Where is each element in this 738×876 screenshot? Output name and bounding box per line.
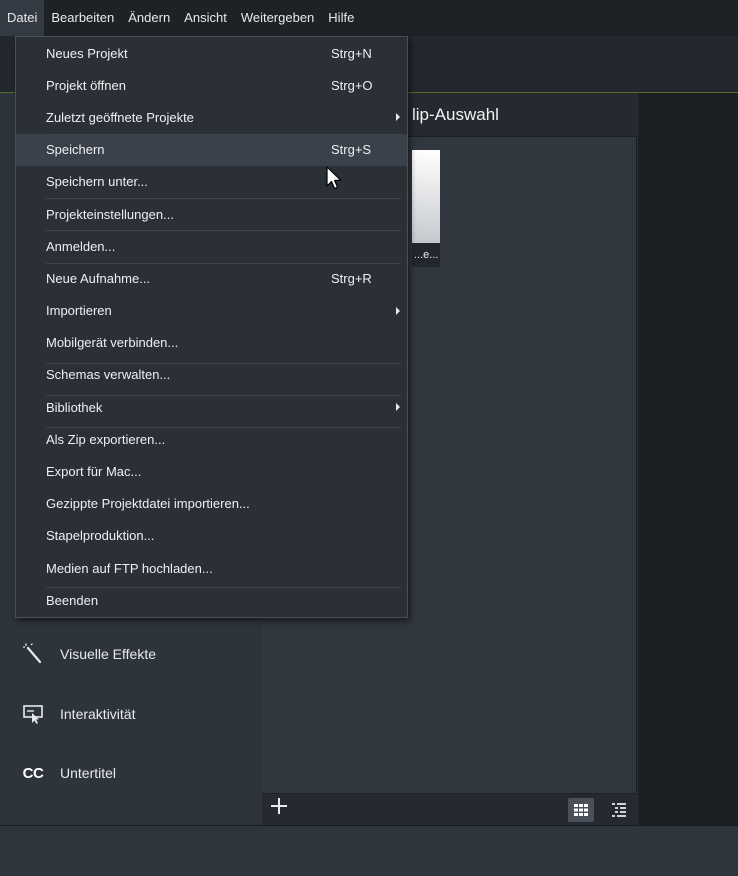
- menu-item-save[interactable]: Speichern Strg+S: [16, 133, 407, 166]
- plus-icon: [271, 798, 287, 814]
- menu-ansicht[interactable]: Ansicht: [177, 0, 234, 36]
- menu-item-connect-mobile[interactable]: Mobilgerät verbinden...: [16, 327, 407, 359]
- menu-item-label: Speichern: [46, 142, 105, 158]
- cc-icon: CC: [22, 764, 44, 782]
- menu-separator: [46, 587, 401, 588]
- menu-item-recent-projects[interactable]: Zuletzt geöffnete Projekte: [16, 101, 407, 133]
- menu-item-label: Beenden: [46, 592, 99, 608]
- timeline-strip: [0, 825, 738, 876]
- menu-item-label: Projekt öffnen: [46, 77, 126, 93]
- menu-aendern[interactable]: Ändern: [121, 0, 177, 36]
- preview-area: [638, 93, 738, 825]
- submenu-arrow-icon: [396, 113, 400, 122]
- magic-wand-icon: [20, 643, 46, 665]
- menu-item-label: Importieren: [46, 303, 112, 319]
- sidebar-item-label: Interaktivität: [60, 706, 136, 722]
- menu-separator: [46, 230, 401, 231]
- menu-item-import[interactable]: Importieren: [16, 295, 407, 327]
- menu-item-export-mac[interactable]: Export für Mac...: [16, 455, 407, 487]
- clip-thumbnail-label: ...e...: [412, 243, 440, 267]
- menu-item-label: Anmelden...: [46, 238, 116, 254]
- menu-item-label: Gezippte Projektdatei importieren...: [46, 496, 250, 512]
- menu-bearbeiten[interactable]: Bearbeiten: [44, 0, 121, 36]
- menu-item-label: Medien auf FTP hochladen...: [46, 560, 213, 576]
- menu-bar: Datei Bearbeiten Ändern Ansicht Weiterge…: [0, 0, 738, 36]
- menu-item-batch-production[interactable]: Stapelproduktion...: [16, 520, 407, 552]
- menu-item-label: Schemas verwalten...: [46, 367, 171, 383]
- menu-item-import-zipped-project[interactable]: Gezippte Projektdatei importieren...: [16, 488, 407, 520]
- menu-separator: [46, 263, 401, 264]
- menu-item-export-zip[interactable]: Als Zip exportieren...: [16, 423, 407, 455]
- panel-footer: [262, 793, 637, 825]
- menu-item-label: Projekteinstellungen...: [46, 206, 174, 222]
- add-button[interactable]: [266, 796, 292, 822]
- grid-view-icon: [574, 804, 588, 816]
- menu-datei[interactable]: Datei: [0, 0, 45, 36]
- sidebar-item-interactivity[interactable]: Interaktivität: [20, 703, 135, 725]
- menu-separator: [46, 134, 401, 135]
- menu-separator: [46, 363, 401, 364]
- menu-item-shortcut: Strg+R: [331, 270, 372, 286]
- menu-item-label: Bibliothek: [46, 399, 103, 415]
- menu-item-label: Export für Mac...: [46, 464, 142, 480]
- menu-item-label: Zuletzt geöffnete Projekte: [46, 109, 194, 125]
- list-view-button[interactable]: [606, 798, 632, 822]
- menu-item-exit[interactable]: Beenden: [16, 584, 407, 616]
- menu-item-save-as[interactable]: Speichern unter...: [16, 166, 407, 198]
- list-view-icon: [612, 803, 626, 817]
- menu-item-new-project[interactable]: Neues Projekt Strg+N: [16, 37, 407, 69]
- menu-item-shortcut: Strg+S: [331, 142, 372, 158]
- menu-item-label: Als Zip exportieren...: [46, 431, 166, 447]
- app-window: Datei Bearbeiten Ändern Ansicht Weiterge…: [0, 0, 738, 876]
- file-menu-dropdown: Neues Projekt Strg+N Projekt öffnen Strg…: [15, 36, 408, 618]
- menu-item-project-settings[interactable]: Projekteinstellungen...: [16, 198, 407, 230]
- menu-item-label: Neue Aufnahme...: [46, 270, 151, 286]
- mouse-cursor-icon: [326, 166, 342, 190]
- sidebar-item-captions[interactable]: CC Untertitel: [20, 762, 116, 784]
- menu-item-label: Mobilgerät verbinden...: [46, 335, 179, 351]
- sidebar-item-label: Untertitel: [60, 765, 117, 781]
- menu-item-label: Neues Projekt: [46, 45, 128, 61]
- menu-weitergeben[interactable]: Weitergeben: [234, 0, 321, 36]
- submenu-arrow-icon: [396, 306, 400, 315]
- menu-separator: [46, 198, 401, 199]
- menu-item-sign-in[interactable]: Anmelden...: [16, 230, 407, 262]
- menu-item-label: Stapelproduktion...: [46, 528, 155, 544]
- panel-title: lip-Auswahl: [412, 105, 499, 124]
- menu-item-open-project[interactable]: Projekt öffnen Strg+O: [16, 69, 407, 101]
- menu-hilfe[interactable]: Hilfe: [321, 0, 361, 36]
- menu-item-new-recording[interactable]: Neue Aufnahme... Strg+R: [16, 262, 407, 294]
- menu-item-shortcut: Strg+N: [331, 45, 372, 61]
- sidebar-item-visual-effects[interactable]: Visuelle Effekte: [20, 643, 156, 665]
- menu-item-label: Speichern unter...: [46, 174, 148, 190]
- interactive-cursor-icon: [20, 703, 46, 725]
- submenu-arrow-icon: [396, 403, 400, 412]
- sidebar-item-label: Visuelle Effekte: [60, 646, 156, 662]
- menu-item-ftp-upload[interactable]: Medien auf FTP hochladen...: [16, 552, 407, 584]
- grid-view-button[interactable]: [568, 798, 594, 822]
- menu-separator: [46, 395, 401, 396]
- menu-separator: [46, 427, 401, 428]
- menu-item-shortcut: Strg+O: [331, 77, 373, 93]
